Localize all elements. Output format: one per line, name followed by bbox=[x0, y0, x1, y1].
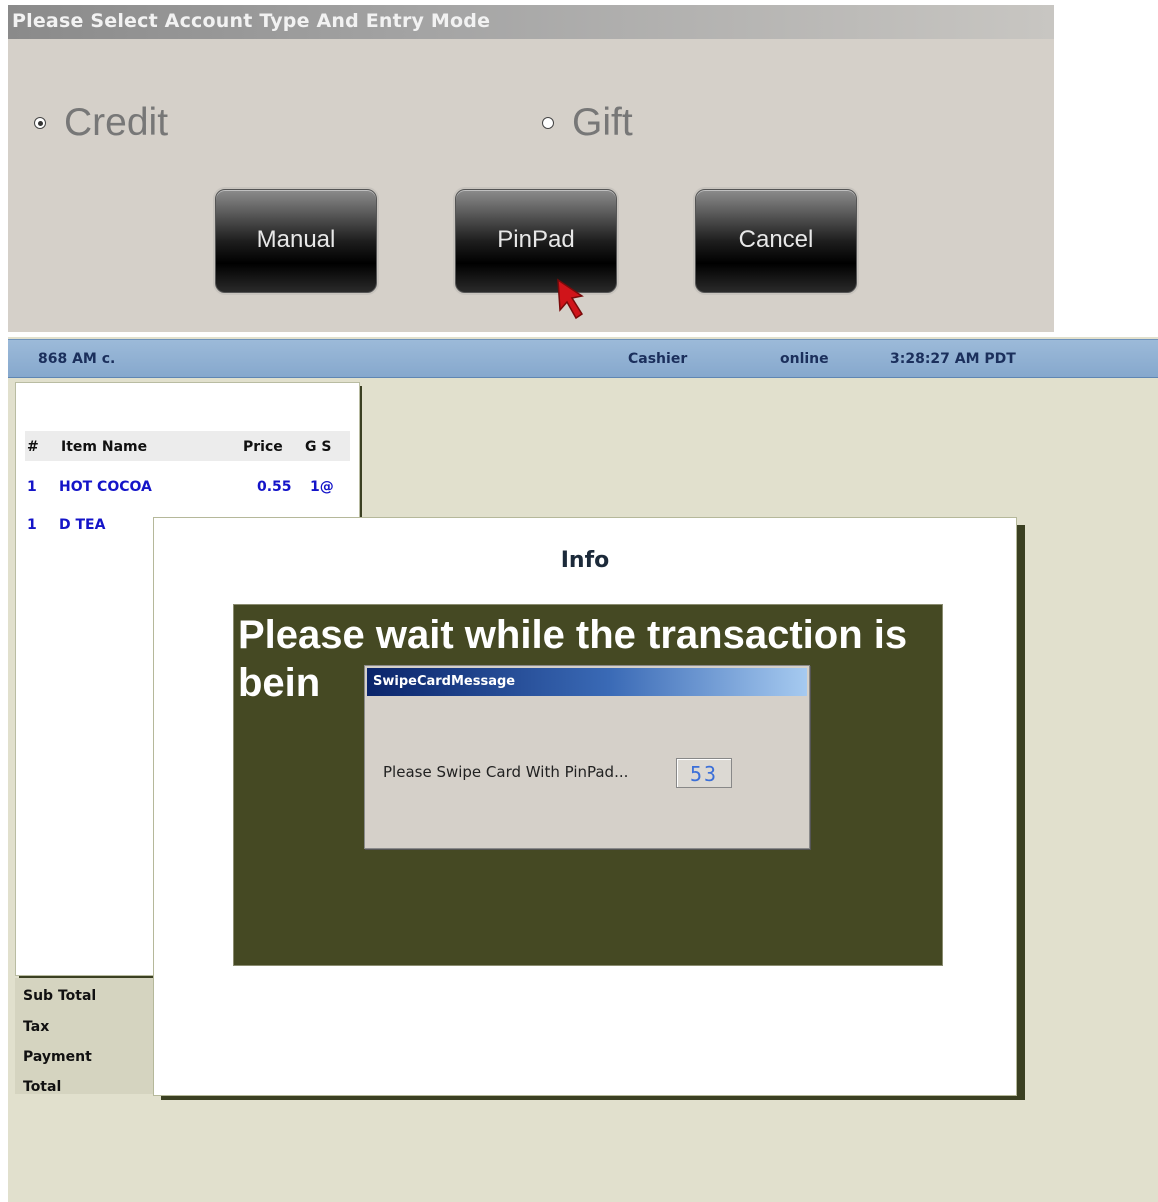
row-item: HOT COCOA bbox=[59, 479, 152, 495]
manual-button[interactable]: Manual bbox=[215, 189, 377, 293]
credit-radio-label: Credit bbox=[64, 101, 169, 144]
account-type-dialog: Please Select Account Type And Entry Mod… bbox=[8, 5, 1054, 332]
column-header-num: # bbox=[27, 439, 39, 455]
gift-radio-label: Gift bbox=[572, 101, 633, 144]
cancel-button[interactable]: Cancel bbox=[695, 189, 857, 293]
receipt-header: # Item Name Price G S bbox=[25, 431, 350, 461]
total-label: Total bbox=[23, 1079, 62, 1095]
payment-label: Payment bbox=[23, 1049, 92, 1065]
radio-selected-icon bbox=[34, 117, 46, 129]
swipe-message: Please Swipe Card With PinPad... bbox=[383, 763, 629, 781]
subtotal-label: Sub Total bbox=[23, 988, 97, 1004]
online-status: online bbox=[780, 351, 829, 367]
radio-unselected-icon bbox=[542, 117, 554, 129]
gift-radio[interactable]: Gift bbox=[542, 101, 682, 145]
manual-button-label: Manual bbox=[256, 226, 336, 253]
row-qty: 1 bbox=[27, 479, 37, 495]
column-header-price: Price bbox=[243, 439, 283, 455]
dialog-titlebar: Please Select Account Type And Entry Mod… bbox=[8, 5, 1054, 39]
column-header-gs: G S bbox=[305, 439, 332, 455]
swipe-dialog-titlebar[interactable]: SwipeCardMessage bbox=[367, 668, 807, 696]
totals-panel: Sub Total Tax Payment Total bbox=[15, 978, 175, 1095]
pinpad-button[interactable]: PinPad bbox=[455, 189, 617, 293]
dialog-title: Please Select Account Type And Entry Mod… bbox=[12, 10, 491, 32]
countdown-display: 53 bbox=[676, 758, 732, 788]
row-item: D TEA bbox=[59, 517, 106, 533]
swipe-card-dialog: SwipeCardMessage Please Swipe Card With … bbox=[364, 665, 810, 849]
cancel-button-label: Cancel bbox=[738, 226, 814, 253]
clock: 3:28:27 AM PDT bbox=[890, 351, 1016, 367]
row-qty: 1 bbox=[27, 517, 37, 533]
cashier-label: Cashier bbox=[628, 351, 688, 367]
credit-radio[interactable]: Credit bbox=[34, 101, 214, 145]
status-bar: 868 AM c. Cashier online 3:28:27 AM PDT bbox=[8, 339, 1158, 378]
terminal-info: 868 AM c. bbox=[38, 351, 116, 367]
column-header-item: Item Name bbox=[61, 439, 148, 455]
receipt-row[interactable]: 1 HOT COCOA 0.55 1@ bbox=[16, 479, 356, 499]
tax-label: Tax bbox=[23, 1019, 50, 1035]
row-gs: 1@ bbox=[310, 479, 334, 495]
countdown-value: 53 bbox=[689, 762, 719, 786]
mouse-pointer-icon bbox=[557, 278, 584, 320]
row-price: 0.55 bbox=[257, 479, 292, 495]
swipe-dialog-title: SwipeCardMessage bbox=[373, 674, 516, 689]
pinpad-button-label: PinPad bbox=[497, 226, 575, 253]
info-dialog-title: Info bbox=[560, 548, 610, 573]
